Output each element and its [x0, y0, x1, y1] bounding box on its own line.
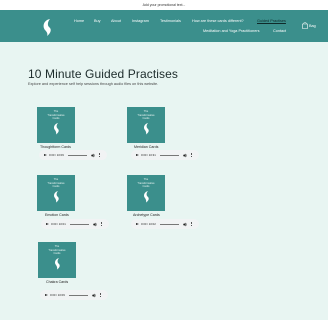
play-icon[interactable]: [136, 153, 139, 156]
audio-time: 0:00 / 10:02: [141, 222, 156, 227]
card-label: Chakra Cards: [46, 280, 69, 284]
card-label: Archetype Cards: [133, 213, 160, 217]
audio-player: 0:00 / 10:31: [131, 150, 199, 160]
cover-line: Cards: [52, 117, 60, 120]
nav-instagram[interactable]: Instagram: [132, 19, 149, 23]
cover-line: Cards: [142, 117, 150, 120]
play-icon[interactable]: [46, 222, 49, 225]
volume-icon[interactable]: [183, 222, 188, 227]
play-icon[interactable]: [44, 153, 47, 156]
nav-testimonials[interactable]: Testimonials: [160, 19, 181, 23]
seek-bar[interactable]: [70, 223, 89, 225]
nav-contact[interactable]: Contact: [273, 29, 286, 33]
audio-time: 0:00 / 10:09: [50, 293, 65, 298]
site-header: Home Buy About Instagram Testimonials Ho…: [0, 10, 328, 42]
teardrop-logo-icon: [144, 191, 149, 203]
bag-label[interactable]: Bag: [309, 24, 316, 28]
card-cover-image: The Transformative Cards: [38, 242, 76, 278]
card-cover-image: The Transformative Cards: [127, 107, 165, 143]
promo-text: Add your promotional text...: [142, 3, 186, 7]
card-label: Meridian Cards: [134, 145, 159, 149]
more-options-icon[interactable]: [191, 221, 192, 227]
nav-home[interactable]: Home: [74, 19, 84, 23]
audio-player: 0:00 / 10:09: [40, 290, 108, 300]
teardrop-logo-icon: [54, 123, 59, 135]
card-cover-image: The Transformative Cards: [127, 175, 165, 211]
nav-guided-practises[interactable]: Guided Practises: [257, 19, 286, 23]
cover-line: Cards: [142, 185, 150, 188]
seek-bar[interactable]: [160, 223, 179, 225]
page-subtitle: Explore and experience self help session…: [28, 82, 159, 86]
more-options-icon[interactable]: [101, 221, 102, 227]
card-cover-image: The Transformative Cards: [37, 107, 75, 143]
volume-icon[interactable]: [183, 153, 188, 158]
audio-player: 0:00 / 10:02: [131, 219, 199, 229]
seek-bar[interactable]: [160, 154, 179, 156]
card-label: Emotion Cards: [45, 213, 69, 217]
logo-icon[interactable]: [40, 17, 56, 37]
nav-about[interactable]: About: [111, 19, 121, 23]
bag-icon[interactable]: [302, 22, 308, 29]
cover-line: Cards: [53, 252, 61, 255]
teardrop-logo-icon: [144, 123, 149, 135]
play-icon[interactable]: [136, 222, 139, 225]
teardrop-logo-icon: [55, 258, 60, 270]
nav-cards-different[interactable]: How are these cards different?: [192, 19, 244, 23]
teardrop-logo-icon: [54, 191, 59, 203]
promo-bar: Add your promotional text...: [0, 0, 328, 10]
more-options-icon[interactable]: [191, 152, 192, 158]
more-options-icon[interactable]: [99, 152, 100, 158]
card-cover-image: The Transformative Cards: [37, 175, 75, 211]
cover-line: Cards: [52, 185, 60, 188]
seek-bar[interactable]: [69, 294, 88, 296]
nav-buy[interactable]: Buy: [94, 19, 101, 23]
audio-player: 0:00 / 10:09: [39, 150, 107, 160]
play-icon[interactable]: [45, 293, 48, 296]
volume-icon[interactable]: [92, 293, 97, 298]
card-label: Thoughtform Cards: [40, 145, 71, 149]
nav-practitioners[interactable]: Meditation and Yoga Practitioners: [203, 29, 260, 33]
more-options-icon[interactable]: [100, 292, 101, 298]
audio-player: 0:00 / 10:01: [41, 219, 109, 229]
seek-bar[interactable]: [68, 154, 87, 156]
audio-time: 0:00 / 10:09: [49, 153, 64, 158]
page-title: 10 Minute Guided Practises: [28, 67, 179, 81]
volume-icon[interactable]: [93, 222, 98, 227]
audio-time: 0:00 / 10:01: [51, 222, 66, 227]
volume-icon[interactable]: [91, 153, 96, 158]
audio-time: 0:00 / 10:31: [141, 153, 156, 158]
